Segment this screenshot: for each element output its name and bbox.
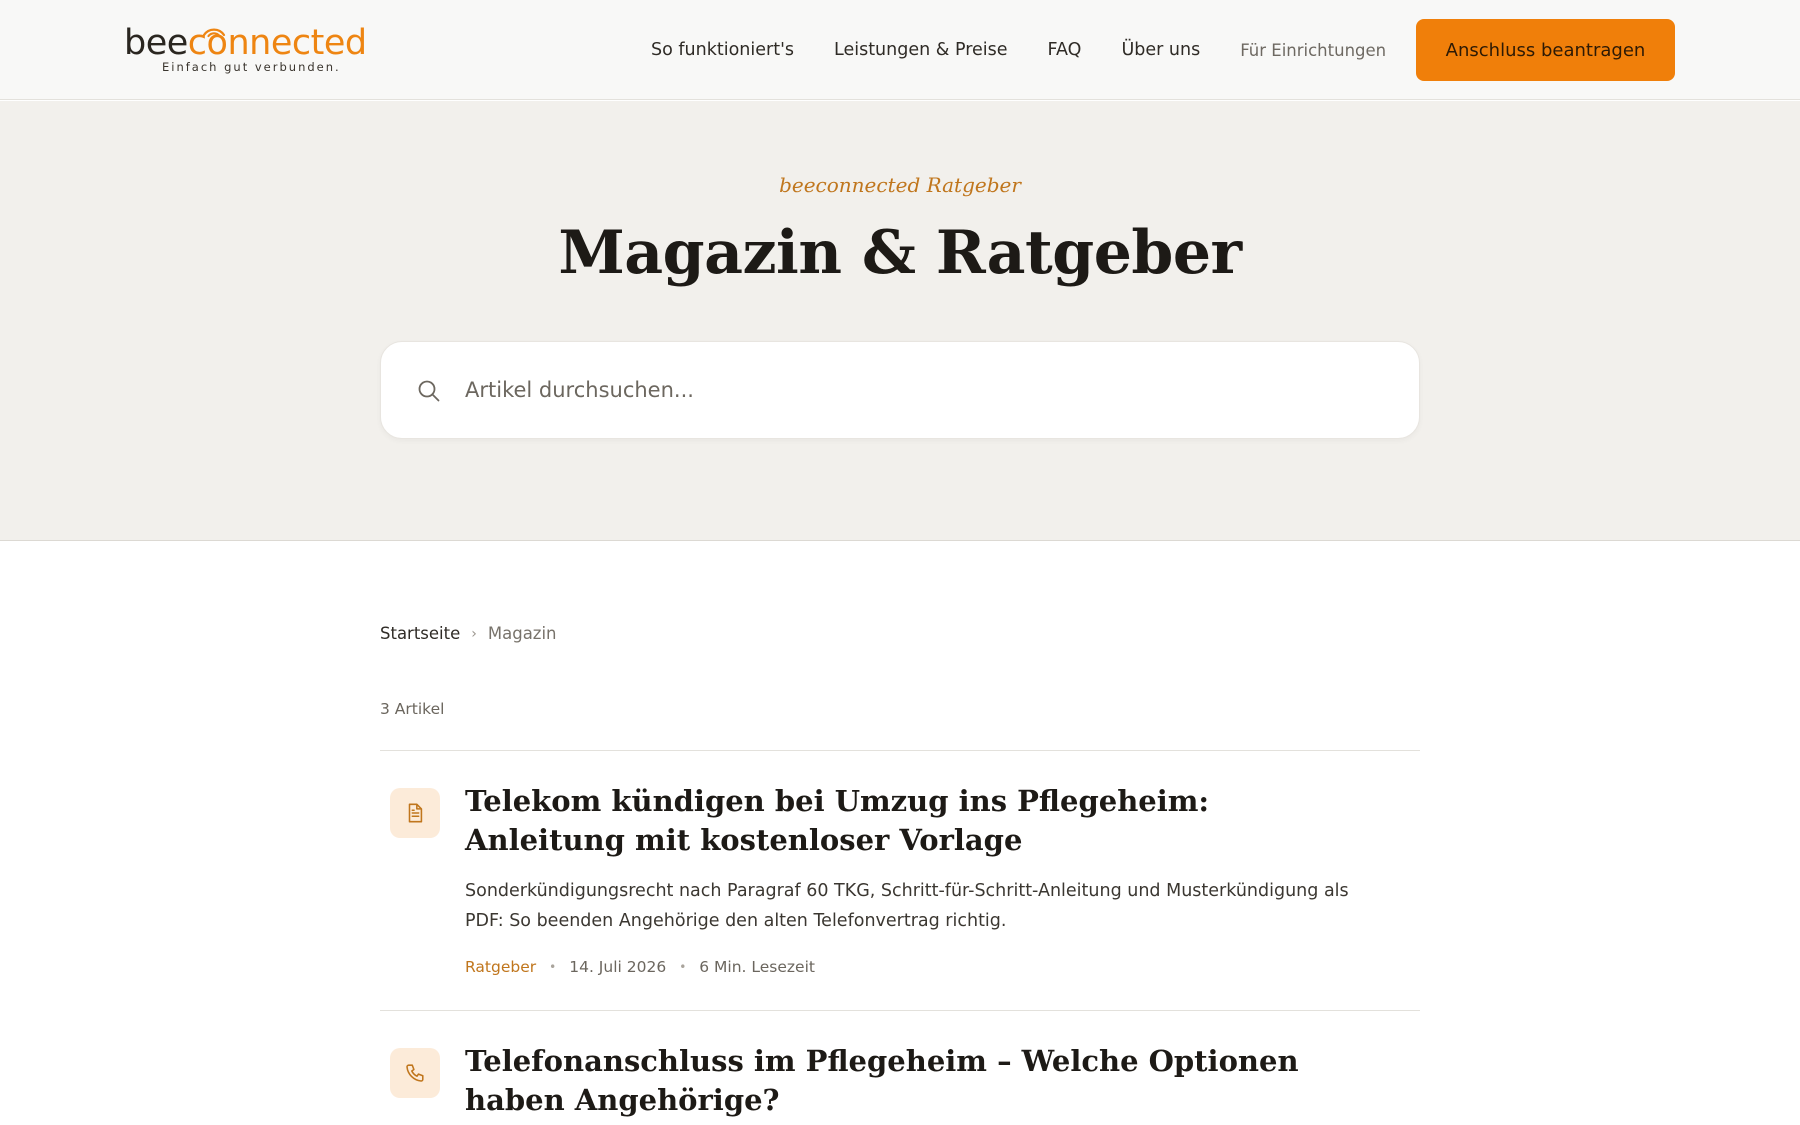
nav-services-pricing[interactable]: Leistungen & Preise	[834, 40, 1008, 60]
article-date: 14. Juli 2026	[569, 958, 667, 976]
site-header: beeconnected Einfach gut verbunden. So f…	[0, 0, 1800, 100]
nav-about-us[interactable]: Über uns	[1121, 40, 1200, 60]
page-title: Magazin & Ratgeber	[558, 218, 1242, 288]
nav-for-institutions[interactable]: Für Einrichtungen	[1240, 41, 1386, 60]
nav-how-it-works[interactable]: So funktioniert's	[651, 40, 794, 60]
phone-icon	[390, 1048, 440, 1098]
article-title[interactable]: Telekom kündigen bei Umzug ins Pflegehei…	[465, 782, 1365, 860]
request-connection-button[interactable]: Anschluss beantragen	[1416, 19, 1675, 81]
article-category[interactable]: Ratgeber	[465, 958, 536, 976]
article-excerpt: Sonderkündigungsrecht nach Paragraf 60 T…	[465, 881, 1349, 931]
divider	[380, 1010, 1420, 1011]
nav-faq[interactable]: FAQ	[1048, 40, 1082, 60]
logo-wordmark: beeconnected	[124, 23, 367, 63]
meta-separator: •	[679, 960, 687, 974]
search-box[interactable]	[380, 341, 1420, 439]
logo[interactable]: beeconnected Einfach gut verbunden.	[124, 22, 367, 78]
logo-tagline: Einfach gut verbunden.	[162, 60, 341, 74]
breadcrumb-home[interactable]: Startseite	[380, 624, 460, 643]
breadcrumb: Startseite › Magazin	[380, 624, 557, 643]
breadcrumb-current: Magazin	[487, 624, 557, 643]
breadcrumb-separator: ›	[471, 625, 477, 642]
search-icon	[418, 380, 440, 402]
hero-section: beeconnected Ratgeber Magazin & Ratgeber	[0, 101, 1800, 541]
article-item[interactable]: Telefonanschluss im Pflegeheim – Welche …	[380, 1044, 1420, 1125]
divider	[380, 750, 1420, 751]
document-icon	[390, 788, 440, 838]
article-read-time: 6 Min. Lesezeit	[699, 958, 815, 976]
article-count: 3 Artikel	[380, 700, 445, 718]
main-nav: So funktioniert's Leistungen & Preise FA…	[651, 0, 1426, 100]
hero-eyebrow: beeconnected Ratgeber	[779, 173, 1021, 197]
meta-separator: •	[549, 960, 557, 974]
wifi-icon	[202, 28, 226, 38]
article-meta: Ratgeber • 14. Juli 2026 • 6 Min. Leseze…	[465, 958, 815, 976]
search-input[interactable]	[465, 342, 1385, 438]
article-item[interactable]: Telekom kündigen bei Umzug ins Pflegehei…	[380, 784, 1420, 988]
article-title[interactable]: Telefonanschluss im Pflegeheim – Welche …	[465, 1042, 1365, 1120]
